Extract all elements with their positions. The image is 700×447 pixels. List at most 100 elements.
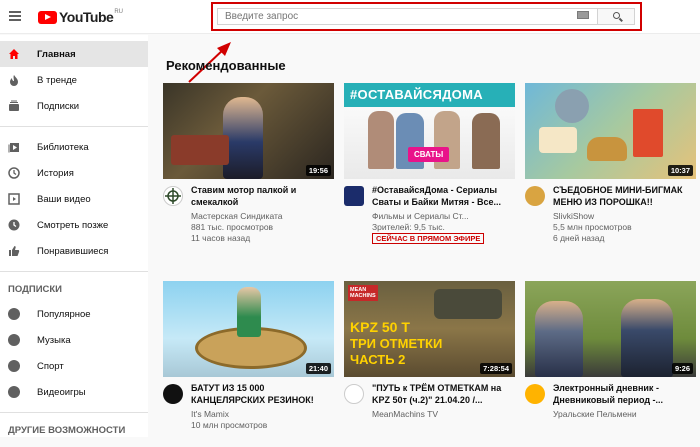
search-input[interactable] (217, 8, 597, 25)
channel-avatar[interactable] (525, 186, 545, 206)
sidebar-item-library[interactable]: Библиотека (0, 134, 148, 160)
sidebar-item-your-videos[interactable]: Ваши видео (0, 186, 148, 212)
video-channel[interactable]: MeanMachins TV (372, 409, 438, 419)
video-card[interactable]: #ОСТАВАЙСЯДОМА СВАТЫ #ОставайсяДома - Се… (344, 83, 515, 249)
sidebar-item-label: В тренде (37, 74, 77, 86)
thumbnail-text-line1: KPZ 50 T (350, 319, 410, 335)
search-button[interactable] (597, 8, 635, 25)
sidebar-item-label: Подписки (37, 100, 80, 112)
video-card[interactable]: 10:37 СЪЕДОБНОЕ МИНИ-БИГМАК МЕНЮ ИЗ ПОРО… (525, 83, 696, 249)
sidebar-item-label: Видеоигры (37, 386, 86, 398)
watch-later-icon (8, 219, 20, 231)
menu-icon[interactable] (9, 11, 21, 21)
sidebar-item-trending[interactable]: В тренде (0, 67, 148, 93)
your-videos-icon (8, 193, 20, 205)
video-thumbnail[interactable]: 10:37 (525, 83, 696, 179)
main-content: Рекомендованные 19:56 Ставим мотор палко… (148, 35, 700, 437)
video-duration: 10:37 (667, 165, 693, 176)
video-thumbnail[interactable]: 19:56 (163, 83, 334, 179)
sidebar-item-watch-later[interactable]: Смотреть позже (0, 212, 148, 238)
video-card[interactable]: 9:26 Электронный дневник - Дневниковый п… (525, 281, 696, 447)
sidebar-item-subscriptions[interactable]: Подписки (0, 93, 148, 119)
video-channel[interactable]: Мастерская Синдиката (191, 211, 283, 221)
sidebar: Главная В тренде Подписки Библиотека Ист… (0, 35, 148, 437)
like-icon (8, 245, 20, 257)
sidebar-sub-games[interactable]: Видеоигры (0, 379, 148, 405)
popular-channel-icon (8, 308, 20, 320)
divider (0, 412, 148, 413)
video-title[interactable]: "ПУТЬ к ТРЁМ ОТМЕТКАМ на KPZ 50т (ч.2)" … (372, 382, 514, 406)
sidebar-item-label: Ваши видео (37, 193, 91, 205)
search-box-highlight (211, 2, 642, 31)
video-thumbnail[interactable]: #ОСТАВАЙСЯДОМА СВАТЫ (344, 83, 515, 179)
video-duration: 21:40 (305, 363, 331, 374)
video-card[interactable]: 19:56 Ставим мотор палкой и смекалкой Ма… (163, 83, 334, 249)
sidebar-sub-popular[interactable]: Популярное (0, 301, 148, 327)
video-channel[interactable]: Фильмы и Сериалы Ст... (372, 211, 469, 221)
live-badge: СЕЙЧАС В ПРЯМОМ ЭФИРЕ (372, 233, 485, 244)
sidebar-item-label: История (37, 167, 74, 179)
play-logo-icon (38, 10, 57, 24)
sidebar-item-label: Смотреть позже (37, 219, 109, 231)
sidebar-item-liked[interactable]: Понравившиеся (0, 238, 148, 264)
video-title[interactable]: БАТУТ ИЗ 15 000 КАНЦЕЛЯРСКИХ РЕЗИНОК! (191, 382, 333, 406)
home-icon (8, 48, 20, 60)
section-heading: Рекомендованные (166, 58, 286, 73)
video-thumbnail[interactable]: MEAN MACHINS KPZ 50 T ТРИ ОТМЕТКИ ЧАСТЬ … (344, 281, 515, 377)
sidebar-item-history[interactable]: История (0, 160, 148, 186)
video-thumbnail[interactable]: 9:26 (525, 281, 696, 377)
video-views: 10 млн просмотров (191, 420, 268, 430)
video-duration: 9:26 (671, 363, 693, 374)
video-title[interactable]: СЪЕДОБНОЕ МИНИ-БИГМАК МЕНЮ ИЗ ПОРОШКА!! (553, 184, 695, 208)
subscriptions-section-title: ПОДПИСКИ (8, 284, 63, 295)
channel-avatar[interactable] (525, 384, 545, 404)
subscriptions-icon (8, 100, 20, 112)
video-card[interactable]: MEAN MACHINS KPZ 50 T ТРИ ОТМЕТКИ ЧАСТЬ … (344, 281, 515, 447)
video-channel[interactable]: It's Mamix (191, 409, 229, 419)
video-views: Зрителей: 9,5 тыс. (372, 222, 445, 232)
thumbnail-text-line3: ЧАСТЬ 2 (350, 352, 406, 367)
video-age: 11 часов назад (191, 233, 251, 243)
video-channel[interactable]: SlivkiShow (553, 211, 594, 221)
channel-avatar[interactable] (344, 384, 364, 404)
thumbnail-text: #ОСТАВАЙСЯДОМА (350, 87, 483, 102)
sidebar-item-label: Библиотека (37, 141, 89, 153)
games-channel-icon (8, 386, 20, 398)
music-channel-icon (8, 334, 20, 346)
history-icon (8, 167, 20, 179)
sidebar-item-home[interactable]: Главная (0, 41, 148, 67)
channel-avatar[interactable] (163, 186, 183, 206)
library-icon (8, 141, 20, 153)
sidebar-item-label: Музыка (37, 334, 71, 346)
sidebar-item-label: Главная (37, 48, 76, 60)
video-duration: 7:28:54 (480, 363, 512, 374)
sidebar-sub-music[interactable]: Музыка (0, 327, 148, 353)
video-title[interactable]: Ставим мотор палкой и смекалкой (191, 184, 333, 208)
video-thumbnail[interactable]: 21:40 (163, 281, 334, 377)
thumbnail-badge: СВАТЫ (408, 147, 450, 162)
sidebar-sub-sport[interactable]: Спорт (0, 353, 148, 379)
top-bar: YouTube RU (0, 0, 700, 34)
sidebar-item-label: Понравившиеся (37, 245, 109, 257)
fire-icon (8, 74, 20, 86)
thumbnail-text-line2: ТРИ ОТМЕТКИ (350, 336, 443, 351)
keyboard-icon[interactable] (577, 11, 589, 19)
thumbnail-logo: MEAN MACHINS (348, 285, 378, 301)
video-age: 6 дней назад (553, 233, 605, 243)
sidebar-item-label: Популярное (37, 308, 91, 320)
video-card[interactable]: 21:40 БАТУТ ИЗ 15 000 КАНЦЕЛЯРСКИХ РЕЗИН… (163, 281, 334, 447)
sport-channel-icon (8, 360, 20, 372)
video-duration: 19:56 (305, 165, 331, 176)
video-views: 5,5 млн просмотров (553, 222, 632, 232)
youtube-logo[interactable]: YouTube RU (38, 9, 123, 25)
search-icon (613, 12, 620, 19)
video-channel[interactable]: Уральские Пельмени (553, 409, 637, 419)
channel-avatar[interactable] (344, 186, 364, 206)
channel-avatar[interactable] (163, 384, 183, 404)
video-title[interactable]: Электронный дневник - Дневниковый период… (553, 382, 695, 406)
video-title[interactable]: #ОставайсяДома - Сериалы Сваты и Байки М… (372, 184, 514, 208)
divider (0, 271, 148, 272)
more-section-title: ДРУГИЕ ВОЗМОЖНОСТИ (8, 425, 126, 436)
logo-text: YouTube (59, 9, 114, 25)
divider (0, 126, 148, 127)
